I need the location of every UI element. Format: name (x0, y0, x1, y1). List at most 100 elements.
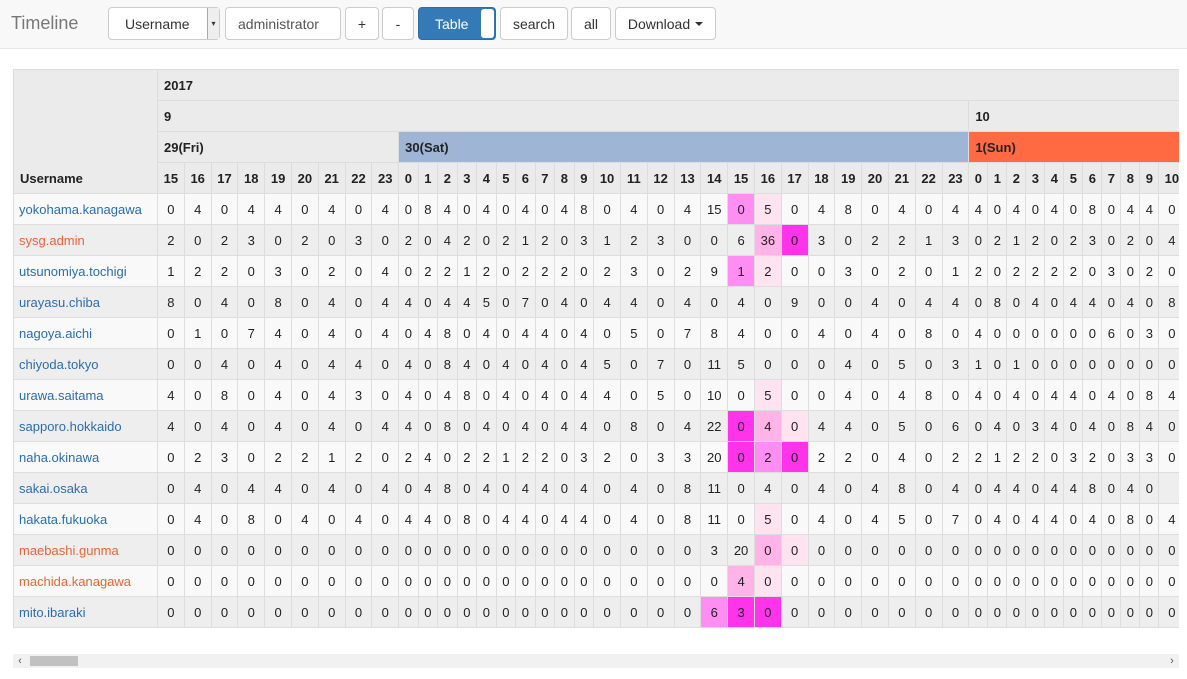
count-cell: 0 (554, 596, 575, 628)
table-row: yokohama.kanagawa 0 4 0 4 4 0 4 0 4 0 8 4 0 4 0 4 0 4 8 0 4 0 4… (13, 193, 1179, 225)
count-cell: 0 (1025, 193, 1046, 225)
count-cell: 0 (344, 472, 373, 504)
remove-button[interactable]: - (382, 7, 414, 40)
count-cell: 0 (593, 193, 621, 225)
username-link[interactable]: nagoya.aichi (13, 317, 158, 349)
username-link[interactable]: yokohama.kanagawa (13, 193, 158, 225)
count-cell: 1 (515, 224, 536, 256)
all-button[interactable]: all (571, 7, 611, 40)
count-cell: 0 (1139, 348, 1160, 380)
count-cell: 4 (941, 472, 970, 504)
count-cell: 4 (1025, 503, 1046, 535)
hour-header: 0 (398, 162, 419, 194)
field-select[interactable]: Username ▾ (108, 7, 220, 40)
count-cell: 7 (515, 286, 536, 318)
count-cell: 8 (673, 472, 702, 504)
count-cell: 0 (210, 193, 239, 225)
user-input[interactable] (225, 7, 341, 40)
username-link[interactable]: mito.ibaraki (13, 596, 158, 628)
count-cell: 0 (1101, 565, 1122, 597)
count-cell: 0 (1120, 596, 1141, 628)
username-link[interactable]: sysg.admin (13, 224, 158, 256)
table-toggle-button[interactable]: Table (418, 7, 496, 40)
count-cell: 4 (210, 286, 239, 318)
count-cell: 0 (417, 348, 439, 380)
count-cell: 4 (264, 410, 292, 442)
count-cell: 0 (807, 379, 836, 411)
count-cell: 0 (780, 503, 809, 535)
count-cell: 0 (807, 286, 836, 318)
count-cell: 0 (1139, 565, 1160, 597)
count-cell: 0 (290, 565, 319, 597)
count-cell: 3 (573, 441, 595, 473)
count-cell: 0 (476, 503, 497, 535)
username-link[interactable]: maebashi.gunma (13, 534, 158, 566)
count-cell: 0 (1044, 596, 1065, 628)
scroll-thumb[interactable] (30, 656, 78, 666)
count-cell: 0 (700, 286, 729, 318)
search-button[interactable]: search (500, 7, 568, 40)
count-cell: 0 (1006, 503, 1027, 535)
count-cell: 0 (1063, 348, 1084, 380)
count-cell: 4 (807, 503, 836, 535)
count-cell: 4 (1063, 379, 1084, 411)
username-link[interactable]: urawa.saitama (13, 379, 158, 411)
count-cell: 20 (700, 441, 729, 473)
count-cell: 0 (157, 317, 185, 349)
count-cell: 0 (534, 565, 556, 597)
hour-header: 6 (1082, 162, 1103, 194)
count-cell: 8 (210, 379, 239, 411)
username-header[interactable]: Username (13, 69, 158, 194)
count-cell: 2 (495, 224, 517, 256)
username-link[interactable]: urayasu.chiba (13, 286, 158, 318)
chevron-down-icon[interactable]: ▾ (207, 8, 219, 39)
scroll-right-icon[interactable]: › (1165, 654, 1179, 668)
count-cell: 0 (495, 286, 517, 318)
count-cell: 0 (495, 534, 517, 566)
count-cell: 0 (780, 410, 809, 442)
count-cell: 4 (237, 472, 266, 504)
count-cell: 0 (1158, 410, 1179, 442)
count-cell: 4 (987, 472, 1008, 504)
username-link[interactable]: naha.okinawa (13, 441, 158, 473)
count-cell: 1 (183, 317, 212, 349)
count-cell: 0 (593, 472, 621, 504)
count-cell: 4 (264, 317, 292, 349)
username-link[interactable]: hakata.fukuoka (13, 503, 158, 535)
username-link[interactable]: sapporo.hokkaido (13, 410, 158, 442)
scroll-left-icon[interactable]: ‹ (13, 654, 27, 668)
count-cell: 4 (371, 317, 400, 349)
count-cell: 0 (183, 224, 212, 256)
count-cell: 0 (371, 596, 400, 628)
count-cell: 0 (1082, 317, 1103, 349)
count-cell: 0 (398, 255, 419, 287)
count-cell: 11 (700, 503, 729, 535)
count-cell: 1 (941, 255, 970, 287)
count-cell: 2 (753, 441, 782, 473)
count-cell: 5 (753, 193, 782, 225)
count-cell: 4 (968, 379, 989, 411)
download-button[interactable]: Download (615, 7, 716, 40)
count-cell: 0 (807, 596, 836, 628)
horizontal-scrollbar[interactable]: ‹ › (13, 654, 1179, 668)
count-cell: 4 (807, 193, 836, 225)
count-cell: 0 (534, 534, 556, 566)
count-cell: 0 (1158, 441, 1179, 473)
count-cell: 0 (1101, 193, 1122, 225)
count-cell: 0 (495, 193, 517, 225)
count-cell: 8 (417, 193, 439, 225)
count-cell: 0 (371, 503, 400, 535)
count-cell: 0 (887, 565, 916, 597)
username-link[interactable]: sakai.osaka (13, 472, 158, 504)
username-link[interactable]: utsunomiya.tochigi (13, 255, 158, 287)
username-link[interactable]: chiyoda.tokyo (13, 348, 158, 380)
count-cell: 0 (183, 286, 212, 318)
count-cell: 4 (456, 286, 478, 318)
download-label: Download (627, 15, 691, 32)
brand-title[interactable]: Timeline (11, 13, 78, 34)
add-button[interactable]: + (345, 7, 379, 40)
count-cell: 0 (1006, 565, 1027, 597)
table-row: hakata.fukuoka 0 4 0 8 0 4 0 4 0 4 4 0 8 0 4 4 0 4 4 0 4 0 8 11 0… (13, 503, 1179, 535)
count-cell: 2 (476, 441, 497, 473)
username-link[interactable]: machida.kanagawa (13, 565, 158, 597)
